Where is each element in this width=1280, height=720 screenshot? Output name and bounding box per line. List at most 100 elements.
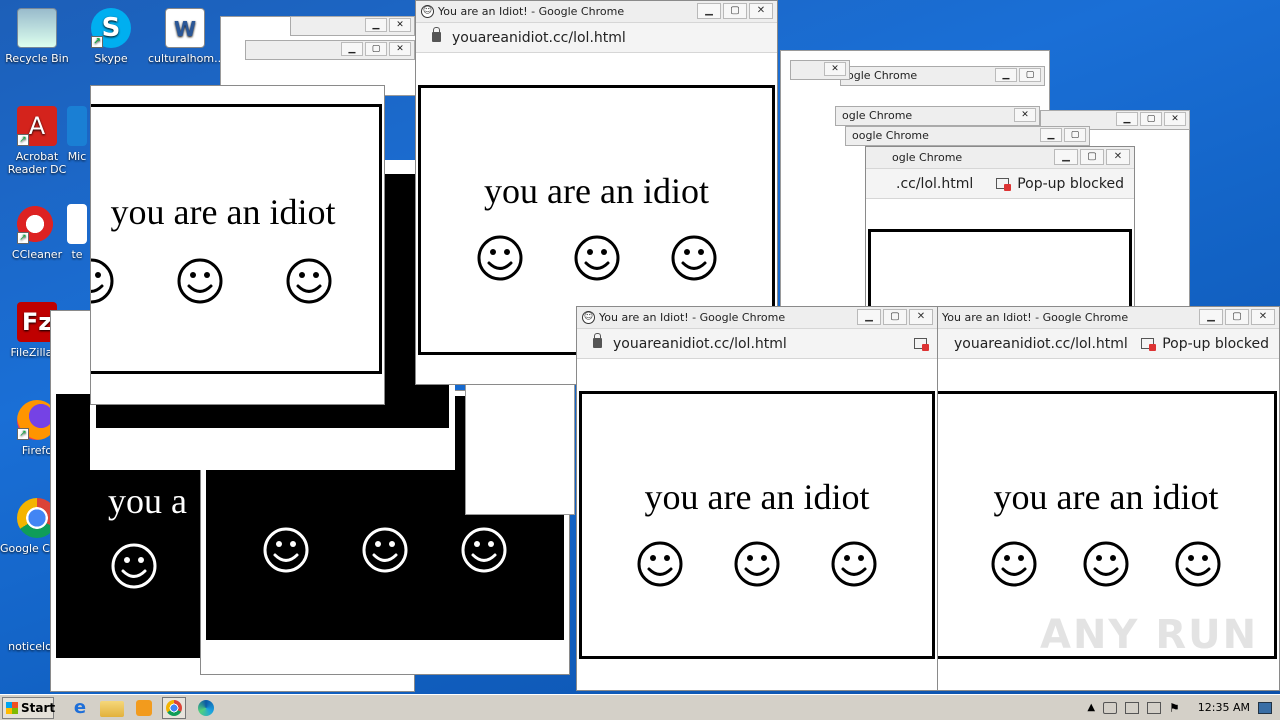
popup-titlebar-ghost[interactable]: oogle Chrome ▁ ▢ — [845, 126, 1090, 146]
shortcut-arrow-icon: ↗ — [91, 36, 103, 48]
watermark-logo: ANY RUN — [1040, 612, 1259, 658]
smiley-icon — [111, 543, 157, 589]
maximize-icon[interactable]: ▢ — [1225, 309, 1249, 325]
popup-titlebar-ghost[interactable]: ▁ ✕ — [290, 16, 415, 36]
popup-title-partial: oogle Chrome — [852, 129, 929, 142]
acrobat-icon: A ↗ — [17, 106, 57, 146]
minimize-icon[interactable]: ▁ — [697, 3, 721, 19]
url-text: .cc/lol.html — [896, 176, 974, 192]
ccleaner-icon: ↗ — [17, 204, 57, 244]
popup-blocked-icon — [996, 178, 1012, 191]
smiley-icon — [263, 527, 309, 573]
close-icon[interactable]: ✕ — [1014, 108, 1036, 122]
minimize-icon[interactable]: ▁ — [857, 309, 881, 325]
popup-title: You are an Idiot! - Google Chrome — [942, 311, 1129, 324]
shortcut-arrow-icon: ↗ — [17, 134, 29, 146]
clock[interactable]: 12:35 AM — [1198, 701, 1250, 714]
show-desktop-icon[interactable] — [1258, 701, 1272, 714]
popup-titlebar-ghost[interactable]: ▁ ▢ ✕ — [245, 40, 415, 60]
shortcut-arrow-icon: ↗ — [17, 428, 29, 440]
address-bar[interactable]: .cc/lol.html Pop-up blocked — [866, 169, 1134, 199]
desktop-icon-edge[interactable]: Mic — [62, 106, 92, 163]
popup-message: you are an idiot — [993, 477, 1219, 517]
popup-blocked-indicator[interactable]: Pop-up blocked — [996, 169, 1124, 199]
desktop-icon-label: te — [71, 248, 83, 261]
popup-blocked-label: Pop-up blocked — [1017, 176, 1124, 192]
popup-message: you are an idiot — [484, 171, 709, 211]
start-button[interactable]: Start — [2, 696, 55, 719]
smiley-favicon-icon: ☺ — [421, 5, 434, 18]
popup-titlebar[interactable]: ☺ You are an Idiot! - Google Chrome ▁ ▢ ✕ — [577, 307, 937, 329]
maximize-icon[interactable]: ▢ — [1140, 112, 1162, 126]
popup-titlebar[interactable]: ☺ You are an Idiot! - Google Chrome ▁ ▢ ✕ — [416, 1, 777, 23]
desktop-icon-skype[interactable]: S ↗ Skype — [74, 8, 148, 65]
close-icon[interactable]: ✕ — [1251, 309, 1275, 325]
popup-title: You are an Idiot! - Google Chrome — [599, 311, 786, 324]
popup-titlebar-ghost[interactable]: ogle Chrome ▁ ▢ — [840, 66, 1045, 86]
minimize-icon[interactable]: ▁ — [1040, 128, 1062, 142]
popup-window[interactable]: ogle Chrome ▁ ▢ ✕ .cc/lol.html Pop-up bloc… — [865, 146, 1135, 311]
smiley-icon — [91, 258, 114, 304]
maximize-icon[interactable]: ▢ — [1064, 128, 1086, 142]
minimize-icon[interactable]: ▁ — [1199, 309, 1223, 325]
maximize-icon[interactable]: ▢ — [1080, 149, 1104, 165]
popup-message: you are an idiot — [644, 477, 870, 517]
close-icon[interactable]: ✕ — [1164, 112, 1186, 126]
popup-content: you are an idiot — [579, 391, 935, 659]
desktop-icon-text[interactable]: te — [62, 204, 92, 261]
minimize-icon[interactable]: ▁ — [995, 68, 1017, 82]
address-bar[interactable]: youareanidiot.cc/lol.html — [577, 329, 937, 359]
action-center-flag-icon[interactable]: ⚑ — [1169, 701, 1180, 715]
popup-blocked-indicator[interactable] — [914, 329, 929, 359]
smiley-icon — [734, 541, 780, 587]
address-bar[interactable]: youareanidiot.cc/lol.html Pop-up blocked — [938, 329, 1279, 359]
smiley-icon — [671, 235, 716, 281]
maximize-icon[interactable]: ▢ — [365, 42, 387, 56]
popup-title: You are an Idiot! - Google Chrome — [438, 5, 625, 18]
maximize-icon[interactable]: ▢ — [883, 309, 907, 325]
popup-titlebar[interactable]: You are an Idiot! - Google Chrome ▁ ▢ ✕ — [938, 307, 1279, 329]
close-icon[interactable]: ✕ — [1106, 149, 1130, 165]
taskbar-edge-icon[interactable] — [198, 699, 214, 716]
desktop-icon-recycle-bin[interactable]: Recycle Bin — [0, 8, 74, 65]
desktop-icon-word-document[interactable]: W culturalhom... — [148, 8, 222, 65]
smiley-icon — [477, 235, 522, 281]
desktop-icon-label: Recycle Bin — [5, 52, 69, 65]
close-icon[interactable]: ✕ — [749, 3, 773, 19]
popup-window[interactable]: ☺ You are an Idiot! - Google Chrome ▁ ▢ ✕ … — [576, 306, 938, 691]
maximize-icon[interactable]: ▢ — [1019, 68, 1041, 82]
smiley-icon — [637, 541, 683, 587]
close-icon[interactable]: ✕ — [824, 62, 846, 76]
minimize-icon[interactable]: ▁ — [1116, 112, 1138, 126]
close-icon[interactable]: ✕ — [389, 18, 411, 32]
taskbar-folder-icon[interactable] — [100, 700, 124, 717]
desktop-icon-label: Skype — [94, 52, 128, 65]
minimize-icon[interactable]: ▁ — [341, 42, 363, 56]
close-icon[interactable]: ✕ — [389, 42, 411, 56]
close-icon[interactable]: ✕ — [909, 309, 933, 325]
network-icon[interactable] — [1125, 701, 1140, 714]
popup-blocked-icon — [914, 338, 929, 351]
power-icon[interactable] — [1147, 701, 1162, 714]
popup-window[interactable]: you are an idiot — [90, 85, 385, 405]
smiley-icon — [177, 258, 223, 304]
popup-blocked-icon — [1141, 338, 1157, 351]
minimize-icon[interactable]: ▁ — [1054, 149, 1078, 165]
popup-title-partial: ogle Chrome — [842, 109, 913, 122]
maximize-icon[interactable]: ▢ — [723, 3, 747, 19]
popup-titlebar-ghost[interactable]: ogle Chrome ✕ — [835, 106, 1040, 126]
skype-icon: S ↗ — [91, 8, 131, 48]
shortcut-arrow-icon: ↗ — [17, 232, 29, 244]
volume-icon[interactable] — [1103, 701, 1118, 714]
taskbar-media-player-icon[interactable] — [136, 699, 152, 716]
popup-titlebar-ghost[interactable]: ✕ — [790, 60, 850, 80]
text-file-icon — [67, 204, 87, 244]
popup-titlebar[interactable]: ogle Chrome ▁ ▢ ✕ — [866, 147, 1134, 169]
address-bar[interactable]: youareanidiot.cc/lol.html — [416, 23, 777, 53]
taskbar-ie-icon[interactable]: e — [68, 697, 92, 719]
smiley-row — [206, 526, 564, 574]
minimize-icon[interactable]: ▁ — [365, 18, 387, 32]
tray-expand-icon[interactable]: ▲ — [1087, 702, 1095, 713]
taskbar-chrome-icon[interactable] — [162, 696, 186, 719]
popup-blocked-indicator[interactable]: Pop-up blocked — [1141, 329, 1269, 359]
